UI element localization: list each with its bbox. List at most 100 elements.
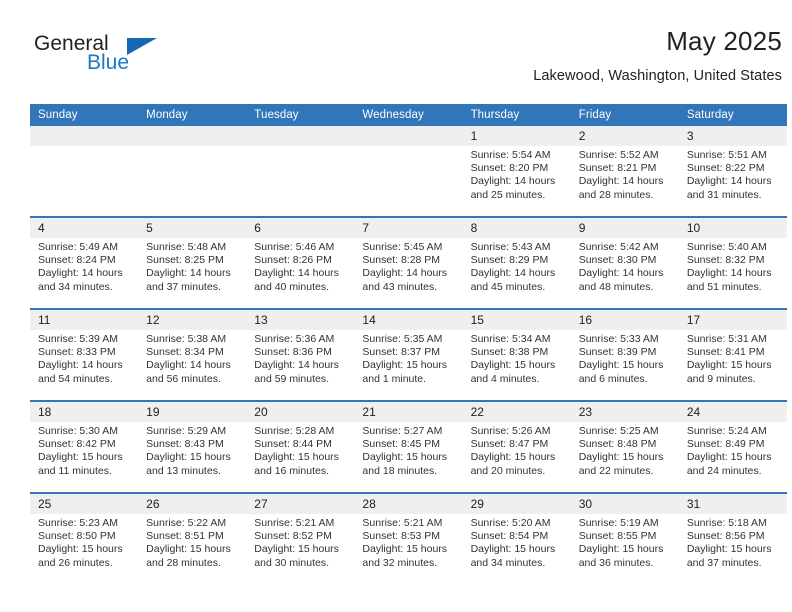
calendar-day-cell[interactable]: 18 Sunrise: 5:30 AM Sunset: 8:42 PM Dayligh… <box>30 400 139 493</box>
calendar-day-cell[interactable]: 31 Sunrise: 5:18 AM Sunset: 8:56 PM Dayligh… <box>678 492 787 584</box>
daylight-text-line1: Daylight: 15 hours <box>254 451 339 464</box>
day-cell-content: 20 Sunrise: 5:28 AM Sunset: 8:44 PM Dayligh… <box>246 402 355 492</box>
calendar-day-cell[interactable]: 25 Sunrise: 5:23 AM Sunset: 8:50 PM Dayligh… <box>30 492 139 584</box>
daylight-text-line2: and 20 minutes. <box>470 464 546 477</box>
calendar-day-cell[interactable]: 3 Sunrise: 5:51 AM Sunset: 8:22 PM Daylight… <box>678 126 787 217</box>
calendar-day-cell[interactable]: 6 Sunrise: 5:46 AM Sunset: 8:26 PM Daylight… <box>246 216 355 309</box>
sunrise-text: Sunrise: 5:26 AM <box>470 425 551 437</box>
daylight-text-line2: and 24 minutes. <box>686 464 762 477</box>
general-blue-logo[interactable]: General Blue <box>30 32 200 82</box>
calendar-day-cell[interactable]: 23 Sunrise: 5:25 AM Sunset: 8:48 PM Dayligh… <box>570 400 679 493</box>
sunset-text: Sunset: 8:56 PM <box>686 530 765 543</box>
calendar-week-row: 11 Sunrise: 5:39 AM Sunset: 8:33 PM Dayligh… <box>30 308 787 401</box>
day-cell-content: 8 Sunrise: 5:43 AM Sunset: 8:29 PM Daylight… <box>462 218 571 308</box>
daylight-text-line1: Daylight: 14 hours <box>38 359 123 372</box>
day-cell-content: 19 Sunrise: 5:29 AM Sunset: 8:43 PM Dayligh… <box>138 402 247 492</box>
day-number: 25 <box>30 494 139 514</box>
daylight-text-line1: Daylight: 15 hours <box>578 451 664 464</box>
day-number: 29 <box>462 494 571 514</box>
calendar-day-cell[interactable]: 17 Sunrise: 5:31 AM Sunset: 8:41 PM Dayligh… <box>678 308 787 401</box>
day-details: Sunrise: 5:45 AM Sunset: 8:28 PM Daylight:… <box>354 238 462 294</box>
sunset-text: Sunset: 8:33 PM <box>38 346 116 359</box>
day-details: Sunrise: 5:54 AM Sunset: 8:20 PM Daylight:… <box>463 146 571 202</box>
calendar-day-cell[interactable]: 13 Sunrise: 5:36 AM Sunset: 8:36 PM Dayligh… <box>246 308 355 401</box>
day-details: Sunrise: 5:21 AM Sunset: 8:53 PM Daylight:… <box>354 514 462 570</box>
daylight-text-line2: and 34 minutes. <box>470 556 546 569</box>
day-number: 2 <box>570 126 679 146</box>
calendar-day-cell[interactable]: 14 Sunrise: 5:35 AM Sunset: 8:37 PM Dayligh… <box>354 308 463 401</box>
day-number <box>354 126 463 146</box>
day-details: Sunrise: 5:33 AM Sunset: 8:39 PM Daylight:… <box>571 330 679 386</box>
calendar-day-cell[interactable]: 5 Sunrise: 5:48 AM Sunset: 8:25 PM Daylight… <box>138 216 247 309</box>
calendar-day-cell[interactable]: 24 Sunrise: 5:24 AM Sunset: 8:49 PM Dayligh… <box>678 400 787 493</box>
calendar-day-cell[interactable]: 30 Sunrise: 5:19 AM Sunset: 8:55 PM Dayligh… <box>570 492 679 584</box>
daylight-text-line1: Daylight: 15 hours <box>362 359 448 372</box>
calendar-day-cell-empty <box>246 126 355 217</box>
day-details: Sunrise: 5:39 AM Sunset: 8:33 PM Daylight:… <box>30 330 138 386</box>
calendar-day-cell[interactable]: 8 Sunrise: 5:43 AM Sunset: 8:29 PM Daylight… <box>462 216 571 309</box>
day-number: 22 <box>462 402 571 422</box>
day-details: Sunrise: 5:35 AM Sunset: 8:37 PM Daylight:… <box>354 330 462 386</box>
calendar-day-cell[interactable]: 10 Sunrise: 5:40 AM Sunset: 8:32 PM Dayligh… <box>678 216 787 309</box>
day-cell-content: 22 Sunrise: 5:26 AM Sunset: 8:47 PM Dayligh… <box>462 402 571 492</box>
sunset-text: Sunset: 8:50 PM <box>38 530 116 543</box>
sunrise-text: Sunrise: 5:42 AM <box>578 241 659 253</box>
calendar-day-cell[interactable]: 19 Sunrise: 5:29 AM Sunset: 8:43 PM Dayligh… <box>138 400 247 493</box>
sunset-text: Sunset: 8:26 PM <box>254 254 332 267</box>
sunrise-text: Sunrise: 5:28 AM <box>254 425 335 437</box>
calendar-day-cell[interactable]: 20 Sunrise: 5:28 AM Sunset: 8:44 PM Dayligh… <box>246 400 355 493</box>
day-number: 21 <box>354 402 463 422</box>
daylight-text-line1: Daylight: 15 hours <box>578 359 664 372</box>
sunset-text: Sunset: 8:21 PM <box>578 162 657 175</box>
calendar-day-cell[interactable]: 2 Sunrise: 5:52 AM Sunset: 8:21 PM Daylight… <box>570 126 679 217</box>
day-number: 31 <box>678 494 787 514</box>
weekday-header-tuesday: Tuesday <box>246 104 355 126</box>
sunset-text: Sunset: 8:47 PM <box>470 438 549 451</box>
day-details: Sunrise: 5:18 AM Sunset: 8:56 PM Daylight:… <box>679 514 787 570</box>
calendar-day-cell[interactable]: 4 Sunrise: 5:49 AM Sunset: 8:24 PM Daylight… <box>30 216 139 309</box>
calendar-day-cell[interactable]: 16 Sunrise: 5:33 AM Sunset: 8:39 PM Dayligh… <box>570 308 679 401</box>
calendar-day-cell[interactable]: 21 Sunrise: 5:27 AM Sunset: 8:45 PM Dayligh… <box>354 400 463 493</box>
daylight-text-line2: and 13 minutes. <box>146 464 221 477</box>
weekday-header-saturday: Saturday <box>678 104 787 126</box>
calendar-day-cell[interactable]: 29 Sunrise: 5:20 AM Sunset: 8:54 PM Dayligh… <box>462 492 571 584</box>
day-details: Sunrise: 5:40 AM Sunset: 8:32 PM Daylight:… <box>679 238 787 294</box>
daylight-text-line2: and 16 minutes. <box>254 464 329 477</box>
calendar-day-cell-empty <box>354 126 463 217</box>
sunset-text: Sunset: 8:54 PM <box>470 530 549 543</box>
day-details: Sunrise: 5:21 AM Sunset: 8:52 PM Daylight:… <box>246 514 354 570</box>
calendar-day-cell[interactable]: 1 Sunrise: 5:54 AM Sunset: 8:20 PM Daylight… <box>462 126 571 217</box>
logo-text-blue: Blue <box>87 51 130 74</box>
calendar-day-cell[interactable]: 7 Sunrise: 5:45 AM Sunset: 8:28 PM Daylight… <box>354 216 463 309</box>
day-number: 16 <box>570 310 679 330</box>
day-details: Sunrise: 5:43 AM Sunset: 8:29 PM Daylight:… <box>463 238 571 294</box>
daylight-text-line2: and 26 minutes. <box>38 556 113 569</box>
day-number: 4 <box>30 218 139 238</box>
calendar-day-cell[interactable]: 11 Sunrise: 5:39 AM Sunset: 8:33 PM Dayligh… <box>30 308 139 401</box>
calendar-day-cell[interactable]: 28 Sunrise: 5:21 AM Sunset: 8:53 PM Dayligh… <box>354 492 463 584</box>
daylight-text-line1: Daylight: 14 hours <box>38 267 123 280</box>
calendar-day-cell[interactable]: 27 Sunrise: 5:21 AM Sunset: 8:52 PM Dayligh… <box>246 492 355 584</box>
day-cell-content: 17 Sunrise: 5:31 AM Sunset: 8:41 PM Dayligh… <box>678 310 787 400</box>
calendar-day-cell[interactable]: 12 Sunrise: 5:38 AM Sunset: 8:34 PM Dayligh… <box>138 308 247 401</box>
daylight-text-line1: Daylight: 14 hours <box>146 267 231 280</box>
day-number: 5 <box>138 218 247 238</box>
sunrise-text: Sunrise: 5:25 AM <box>578 425 659 437</box>
sunset-text: Sunset: 8:43 PM <box>146 438 224 451</box>
calendar-day-cell[interactable]: 9 Sunrise: 5:42 AM Sunset: 8:30 PM Daylight… <box>570 216 679 309</box>
day-details: Sunrise: 5:28 AM Sunset: 8:44 PM Daylight:… <box>246 422 354 478</box>
day-number: 15 <box>462 310 571 330</box>
calendar-day-cell[interactable]: 15 Sunrise: 5:34 AM Sunset: 8:38 PM Dayligh… <box>462 308 571 401</box>
calendar-day-cell[interactable]: 22 Sunrise: 5:26 AM Sunset: 8:47 PM Dayligh… <box>462 400 571 493</box>
day-details: Sunrise: 5:30 AM Sunset: 8:42 PM Daylight:… <box>30 422 138 478</box>
calendar-day-cell[interactable]: 26 Sunrise: 5:22 AM Sunset: 8:51 PM Dayligh… <box>138 492 247 584</box>
day-details: Sunrise: 5:52 AM Sunset: 8:21 PM Daylight:… <box>571 146 679 202</box>
sunrise-text: Sunrise: 5:43 AM <box>470 241 551 253</box>
daylight-text-line1: Daylight: 15 hours <box>38 543 123 556</box>
sunrise-text: Sunrise: 5:29 AM <box>146 425 227 437</box>
daylight-text-line1: Daylight: 15 hours <box>254 543 339 556</box>
day-number: 11 <box>30 310 139 330</box>
daylight-text-line2: and 6 minutes. <box>578 372 648 385</box>
page-title: May 2025 <box>666 26 782 56</box>
daylight-text-line2: and 31 minutes. <box>686 188 762 201</box>
